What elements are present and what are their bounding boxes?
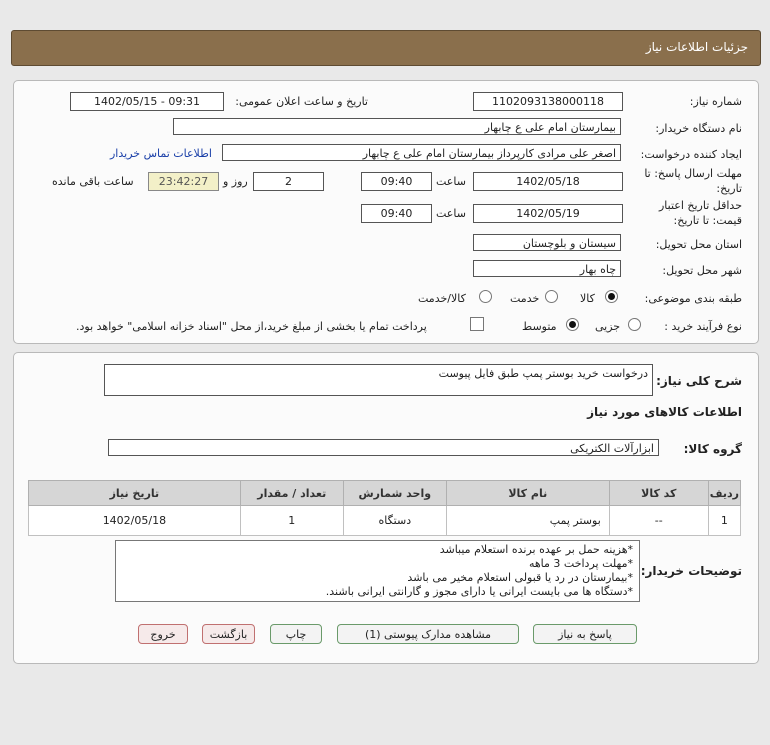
buyer-org-field: بیمارستان امام علی ع چابهار (173, 118, 621, 135)
reply-deadline-label-2: تاریخ: (716, 182, 742, 195)
table-row: 1 -- بوستر پمپ دستگاه 1 1402/05/18 (28, 505, 742, 536)
col-row-header: ردیف (707, 480, 742, 506)
remaining-time-field: 23:42:27 (148, 172, 219, 191)
category-service-label: خدمت (510, 292, 540, 305)
category-goods-radio[interactable] (605, 290, 618, 303)
reply-time-label: ساعت (436, 175, 466, 188)
cell-code: -- (608, 505, 709, 536)
goods-table: ردیف کد کالا نام کالا واحد شمارش تعداد /… (28, 480, 742, 536)
summary-label: شرح کلی نیاز: (656, 374, 742, 388)
process-minor-radio[interactable] (628, 318, 641, 331)
goods-table-header: ردیف کد کالا نام کالا واحد شمارش تعداد /… (28, 480, 742, 506)
back-button[interactable]: بازگشت (202, 624, 255, 644)
cell-unit: دستگاه (342, 505, 447, 536)
goods-group-label: گروه کالا: (683, 442, 742, 456)
print-button[interactable]: چاپ (270, 624, 322, 644)
city-label: شهر محل تحویل: (662, 264, 742, 277)
creator-label: ایجاد کننده درخواست: (640, 148, 742, 161)
view-attachments-button[interactable]: مشاهده مدارک پیوستی (1) (337, 624, 519, 644)
reply-button[interactable]: پاسخ به نیاز (533, 624, 637, 644)
province-field: سیستان و بلوچستان (473, 234, 621, 251)
notes-label: توضیحات خریدار: (640, 564, 742, 578)
goods-info-title: اطلاعات کالاهای مورد نیاز (587, 405, 742, 419)
buyer-org-label: نام دستگاه خریدار: (655, 122, 742, 135)
goods-group-field: ابزارآلات الکتریکی (108, 439, 659, 456)
note-line: *هزینه حمل بر عهده برنده استعلام میباشد (439, 543, 633, 556)
col-unit-header: واحد شمارش (342, 480, 447, 506)
page-header: جزئیات اطلاعات نیاز (11, 30, 761, 66)
cell-name: بوستر پمپ (445, 505, 610, 536)
summary-field: درخواست خرید بوستر پمپ طبق فایل پیوست (104, 364, 653, 396)
note-line: *مهلت پرداخت 3 ماهه (528, 557, 633, 570)
validity-date-field: 1402/05/19 (473, 204, 623, 223)
process-medium-radio[interactable] (566, 318, 579, 331)
validity-time-label: ساعت (436, 207, 466, 220)
treasury-payment-note: پرداخت تمام یا بخشی از مبلغ خرید،از محل … (76, 320, 427, 333)
process-label: نوع فرآیند خرید : (664, 320, 742, 333)
notes-field: *هزینه حمل بر عهده برنده استعلام میباشد … (115, 540, 640, 602)
category-goods-service-label: کالا/خدمت (418, 292, 466, 305)
remaining-label: ساعت باقی مانده (52, 175, 134, 188)
need-number-field: 1102093138000118 (473, 92, 623, 111)
province-label: استان محل تحویل: (655, 238, 742, 251)
process-medium-label: متوسط (522, 320, 557, 333)
reply-date-field: 1402/05/18 (473, 172, 623, 191)
city-field: چاه بهار (473, 260, 621, 277)
col-qty-header: تعداد / مقدار (239, 480, 344, 506)
cell-qty: 1 (239, 505, 344, 536)
cell-row: 1 (707, 505, 742, 536)
treasury-payment-checkbox[interactable] (470, 317, 484, 331)
days-label: روز و (223, 175, 248, 188)
validity-label-2: قیمت: تا تاریخ: (673, 214, 742, 227)
page-title: جزئیات اطلاعات نیاز (645, 40, 748, 54)
exit-button[interactable]: خروج (138, 624, 188, 644)
category-goods-service-radio[interactable] (479, 290, 492, 303)
validity-time-field: 09:40 (361, 204, 432, 223)
reply-time-field: 09:40 (361, 172, 432, 191)
days-field: 2 (253, 172, 324, 191)
process-minor-label: جزیی (595, 320, 621, 333)
buyer-contact-link[interactable]: اطلاعات تماس خریدار (110, 147, 212, 160)
col-date-header: تاریخ نیاز (28, 480, 241, 506)
announce-field: 1402/05/15 - 09:31 (70, 92, 224, 111)
announce-label: تاریخ و ساعت اعلان عمومی: (235, 95, 368, 108)
col-name-header: نام کالا (445, 480, 610, 506)
note-line: *دستگاه ها می بایست ایرانی یا دارای مجوز… (325, 585, 633, 598)
category-service-radio[interactable] (545, 290, 558, 303)
category-goods-label: کالا (580, 292, 595, 305)
cell-date: 1402/05/18 (28, 505, 241, 536)
validity-label-1: حداقل تاریخ اعتبار (658, 199, 742, 212)
need-number-label: شماره نیاز: (689, 95, 742, 108)
category-label: طبقه بندی موضوعی: (644, 292, 742, 305)
reply-deadline-label-1: مهلت ارسال پاسخ: تا (644, 167, 742, 180)
creator-field: اصغر علی مرادی کارپرداز بیمارستان امام ع… (222, 144, 621, 161)
note-line: *بیمارستان در رد یا قبولی استعلام مخیر م… (407, 571, 633, 584)
col-code-header: کد کالا (608, 480, 709, 506)
